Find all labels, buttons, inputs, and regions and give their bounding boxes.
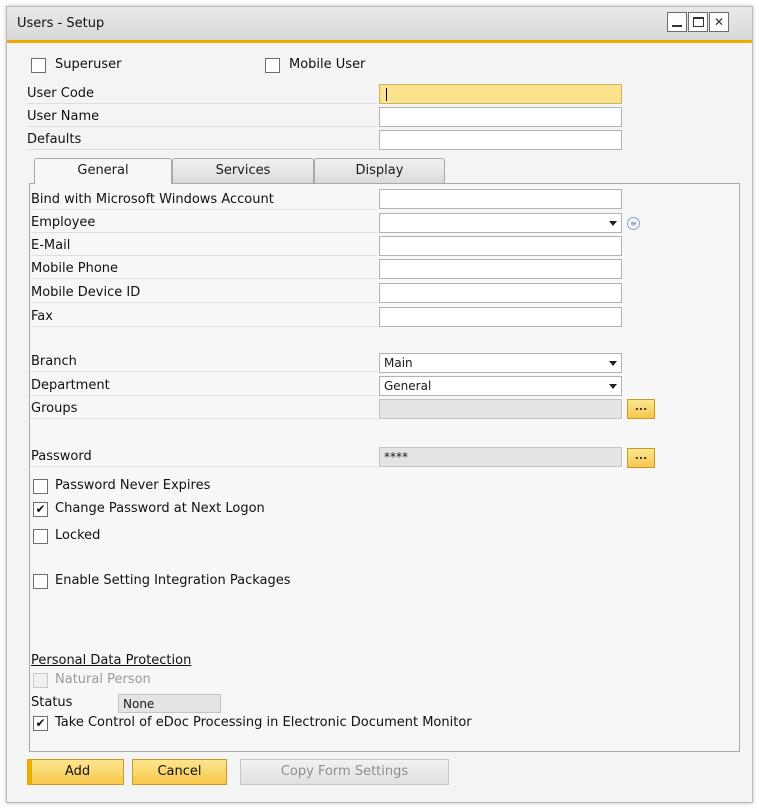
maximize-icon [692,17,704,27]
window-title: Users - Setup [17,16,105,31]
enable-integration-label: Enable Setting Integration Packages [55,573,291,588]
list-icon[interactable]: ≡ [627,217,640,230]
divider [27,103,377,104]
department-label: Department [31,378,110,393]
mobile-phone-input[interactable] [379,259,622,279]
password-input: **** [379,447,622,467]
enable-integration-checkbox[interactable] [33,574,48,589]
email-label: E-Mail [31,238,71,253]
chevron-down-icon [609,221,617,226]
branch-dropdown[interactable]: Main [379,353,622,373]
tab-label: Display [355,163,404,178]
employee-dropdown[interactable] [379,213,622,233]
edoc-label: Take Control of eDoc Processing in Elect… [55,715,472,730]
mobile-phone-label: Mobile Phone [31,261,119,276]
user-code-input[interactable] [379,84,622,104]
tab-strip: General Services Display [7,158,752,185]
password-change-button[interactable]: ... [627,448,655,468]
natural-person-checkbox [33,673,48,688]
edoc-checkbox[interactable]: ✔ [33,716,48,731]
branch-value: Main [384,356,413,370]
change-password-label: Change Password at Next Logon [55,501,265,516]
divider [31,232,377,233]
mobile-user-checkbox[interactable] [265,58,280,73]
mobile-device-input[interactable] [379,283,622,303]
groups-input [379,399,622,419]
status-label: Status [31,695,73,710]
divider [31,255,377,256]
user-name-input[interactable] [379,107,622,127]
superuser-label: Superuser [55,57,122,72]
tab-services[interactable]: Services [172,158,314,183]
users-setup-window: Users - Setup ✕ Superuser Mobile User Us… [6,6,753,803]
divider [27,126,377,127]
pdp-heading: Personal Data Protection [31,653,192,668]
password-label: Password [31,449,92,464]
user-name-label: User Name [27,109,100,124]
text-caret [386,88,387,101]
divider [31,395,377,396]
password-never-expires-label: Password Never Expires [55,478,211,493]
groups-label: Groups [31,401,78,416]
copy-form-settings-button: Copy Form Settings [240,759,449,785]
bind-windows-input[interactable] [379,189,622,209]
mobile-user-label: Mobile User [289,57,366,72]
tab-display[interactable]: Display [314,158,445,183]
email-input[interactable] [379,236,622,256]
user-code-label: User Code [27,86,95,101]
chevron-down-icon [609,384,617,389]
divider [31,466,377,467]
close-icon: ✕ [713,15,725,29]
divider [31,209,377,210]
mobile-device-label: Mobile Device ID [31,285,141,300]
divider [27,149,377,150]
tab-label: Services [215,163,271,178]
minimize-button[interactable] [667,12,687,32]
fax-label: Fax [31,309,53,324]
employee-label: Employee [31,215,96,230]
chevron-down-icon [609,361,617,366]
minimize-icon [672,25,682,27]
defaults-label: Defaults [27,132,82,147]
divider [31,371,377,372]
department-dropdown[interactable]: General [379,376,622,396]
title-bar: Users - Setup ✕ [7,7,752,43]
branch-label: Branch [31,354,77,369]
add-button[interactable]: Add [27,759,124,785]
password-never-expires-checkbox[interactable] [33,479,48,494]
divider [31,278,377,279]
tab-label: General [77,163,129,178]
groups-browse-button[interactable]: ... [627,399,655,419]
status-value: None [118,694,221,713]
divider [31,302,377,303]
locked-checkbox[interactable] [33,529,48,544]
change-password-checkbox[interactable]: ✔ [33,502,48,517]
maximize-button[interactable] [688,12,708,32]
check-icon: ✔ [35,502,46,516]
natural-person-label: Natural Person [55,672,151,687]
fax-input[interactable] [379,307,622,327]
bind-windows-label: Bind with Microsoft Windows Account [31,192,274,207]
superuser-checkbox[interactable] [31,58,46,73]
divider [31,418,377,419]
locked-label: Locked [55,528,101,543]
defaults-input[interactable] [379,130,622,150]
divider [31,326,377,327]
close-button[interactable]: ✕ [709,12,729,32]
tab-general[interactable]: General [34,158,172,184]
cancel-button[interactable]: Cancel [132,759,227,785]
department-value: General [384,379,432,393]
check-icon: ✔ [35,716,46,730]
